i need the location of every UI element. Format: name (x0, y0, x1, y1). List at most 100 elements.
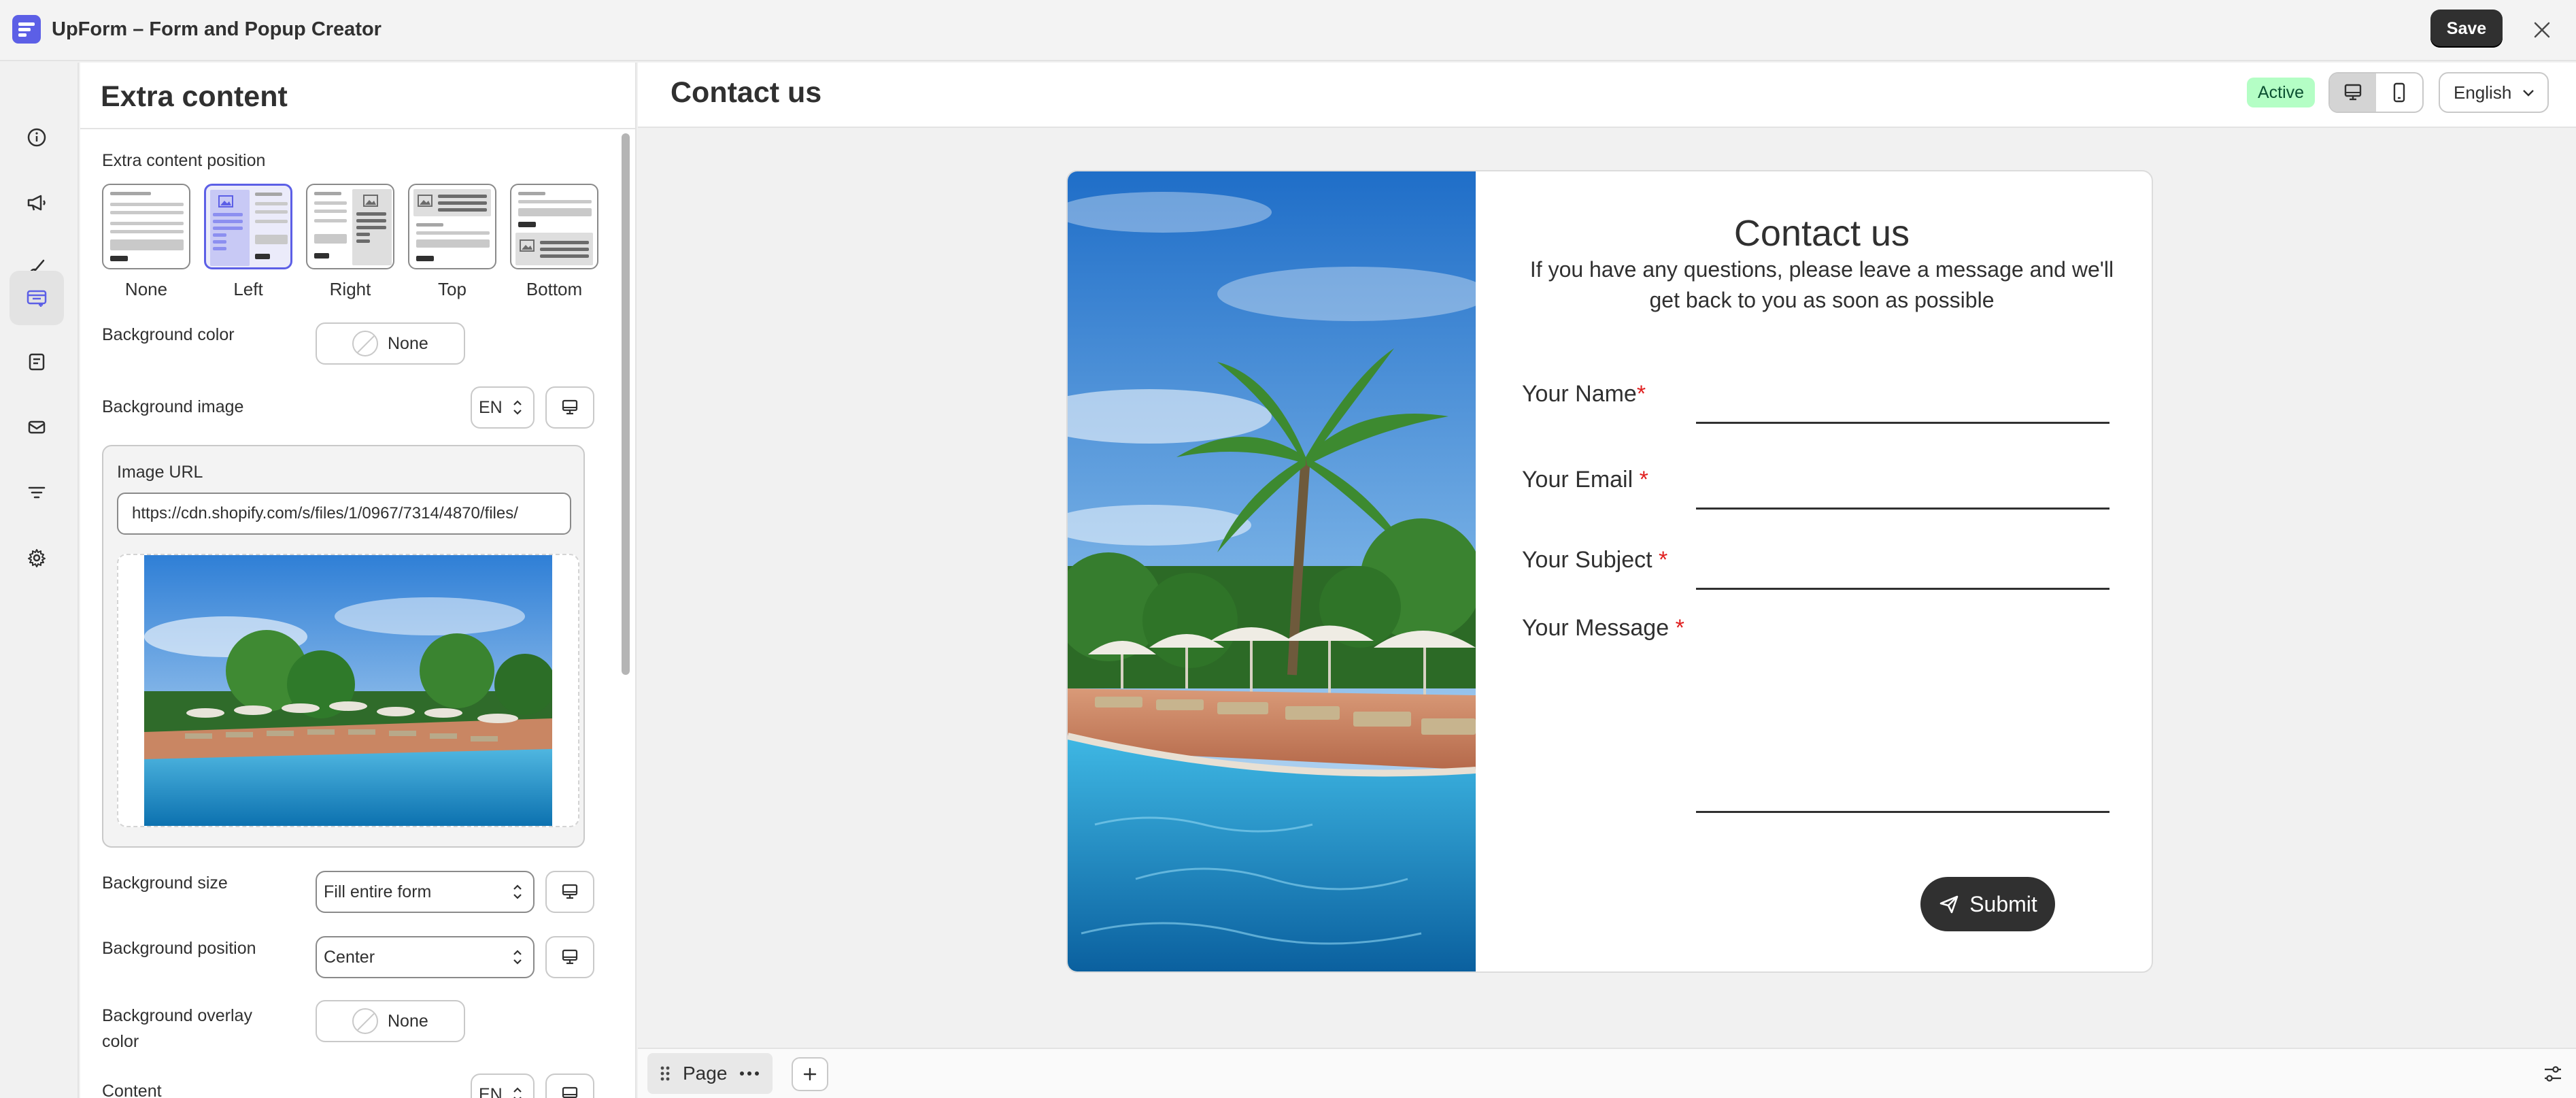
panel-scrollbar[interactable] (622, 133, 630, 675)
language-code: EN (479, 397, 503, 417)
desktop-toggle-button[interactable] (545, 1074, 594, 1098)
field-label-text: Your Subject (1522, 547, 1659, 573)
desktop-icon (562, 399, 578, 415)
desktop-icon (562, 949, 578, 965)
no-color-swatch-icon (352, 331, 378, 356)
top-bar: UpForm – Form and Popup Creator Save (0, 0, 2576, 61)
position-caption: Bottom (526, 279, 583, 299)
bg-size-label: Background size (102, 874, 228, 893)
app-title: UpForm – Form and Popup Creator (52, 18, 382, 40)
required-mark: * (1659, 547, 1668, 573)
name-field-label: Your Name* (1522, 381, 1646, 407)
drag-handle-icon[interactable] (660, 1065, 671, 1082)
position-label: Extra content position (102, 151, 266, 170)
bg-position-value: Center (324, 947, 375, 967)
chevron-updown-icon (513, 400, 522, 415)
message-textarea[interactable] (1696, 811, 2109, 813)
name-input[interactable] (1696, 422, 2109, 424)
bg-size-value: Fill entire form (324, 882, 432, 901)
pool-image-thumbnail (144, 555, 552, 826)
sliders-icon (2545, 1066, 2561, 1082)
page-tab[interactable]: Page (647, 1053, 773, 1094)
save-button[interactable]: Save (2430, 10, 2503, 48)
page-title: Contact us (671, 76, 822, 109)
panel-title: Extra content (101, 80, 288, 113)
extra-content-icon[interactable] (10, 271, 64, 325)
gear-icon[interactable] (10, 531, 64, 585)
email-field-label: Your Email * (1522, 467, 1648, 493)
desktop-icon (562, 1086, 578, 1098)
position-right-option[interactable] (306, 184, 394, 269)
required-mark: * (1639, 467, 1648, 493)
image-url-label: Image URL (117, 463, 203, 482)
device-toggle-group (2328, 72, 2424, 113)
desktop-toggle-button[interactable] (545, 386, 594, 429)
desktop-icon (562, 884, 578, 899)
submit-label: Submit (1969, 891, 2037, 916)
chevron-updown-icon (513, 1087, 522, 1098)
form-title: Contact us (1733, 213, 1910, 254)
position-caption: Top (438, 279, 467, 299)
position-caption: None (124, 279, 168, 299)
mobile-icon (2393, 82, 2405, 103)
language-value: English (2454, 82, 2512, 103)
bg-position-select[interactable]: Center (316, 936, 535, 978)
extra-content-panel: Extra content Extra content position Non… (80, 63, 637, 1098)
preview-canvas: Contact us If you have any questions, pl… (638, 129, 2576, 1048)
close-icon[interactable] (2527, 15, 2557, 45)
overlay-color-button[interactable]: None (316, 1000, 465, 1042)
resort-pool-image (1068, 171, 1476, 971)
mail-icon[interactable] (10, 400, 64, 454)
field-label-text: Your Name (1522, 381, 1637, 407)
position-top-option[interactable] (408, 184, 496, 269)
position-bottom-option[interactable] (510, 184, 598, 269)
field-label-text: Your Message (1522, 615, 1676, 641)
submit-button[interactable]: Submit (1920, 877, 2055, 931)
desktop-toggle-button[interactable] (545, 936, 594, 978)
status-badge: Active (2247, 78, 2316, 107)
content-label: Content (102, 1082, 162, 1098)
bg-size-select[interactable]: Fill entire form (316, 871, 535, 913)
chevron-updown-icon (513, 950, 522, 965)
field-label-text: Your Email (1522, 467, 1640, 493)
filter-icon[interactable] (10, 465, 64, 520)
desktop-icon (2344, 84, 2362, 101)
more-options-icon[interactable] (739, 1071, 760, 1076)
bg-position-label: Background position (102, 939, 256, 958)
desktop-toggle-button[interactable] (545, 871, 594, 913)
chevron-updown-icon (513, 884, 522, 899)
position-caption: Left (233, 279, 263, 299)
form-preview: Contact us If you have any questions, pl… (1066, 170, 2153, 973)
image-preview[interactable] (117, 554, 579, 827)
position-none-option[interactable] (102, 184, 190, 269)
form-fields-icon[interactable] (10, 335, 64, 389)
mobile-view-button[interactable] (2376, 73, 2422, 112)
chevron-down-icon (2523, 90, 2534, 97)
no-color-swatch-icon (352, 1008, 378, 1034)
email-input[interactable] (1696, 508, 2109, 510)
bg-image-label: Background image (102, 397, 244, 416)
info-icon[interactable] (10, 110, 64, 165)
overlay-color-value: None (388, 1011, 428, 1031)
bg-image-language-select[interactable]: EN (471, 386, 535, 429)
icon-rail (0, 63, 79, 1098)
page-tab-label: Page (683, 1063, 728, 1084)
message-field-label: Your Message * (1522, 615, 1684, 642)
display-settings-button[interactable] (2537, 1057, 2569, 1091)
preview-header: Contact us Active English (638, 63, 2576, 128)
bg-color-value: None (388, 333, 428, 353)
language-code: EN (479, 1084, 503, 1098)
position-left-option[interactable] (204, 184, 292, 269)
add-page-button[interactable] (792, 1057, 828, 1091)
plus-icon (803, 1067, 817, 1081)
megaphone-icon[interactable] (10, 176, 64, 230)
language-select[interactable]: English (2439, 72, 2549, 113)
send-icon (1939, 895, 1959, 914)
desktop-view-button[interactable] (2330, 73, 2376, 112)
form-description: If you have any questions, please leave … (1529, 257, 2114, 312)
image-url-input[interactable]: https://cdn.shopify.com/s/files/1/0967/7… (117, 493, 571, 535)
content-language-select[interactable]: EN (471, 1074, 535, 1098)
required-mark: * (1636, 381, 1646, 407)
subject-input[interactable] (1696, 588, 2109, 590)
bg-color-button[interactable]: None (316, 322, 465, 365)
